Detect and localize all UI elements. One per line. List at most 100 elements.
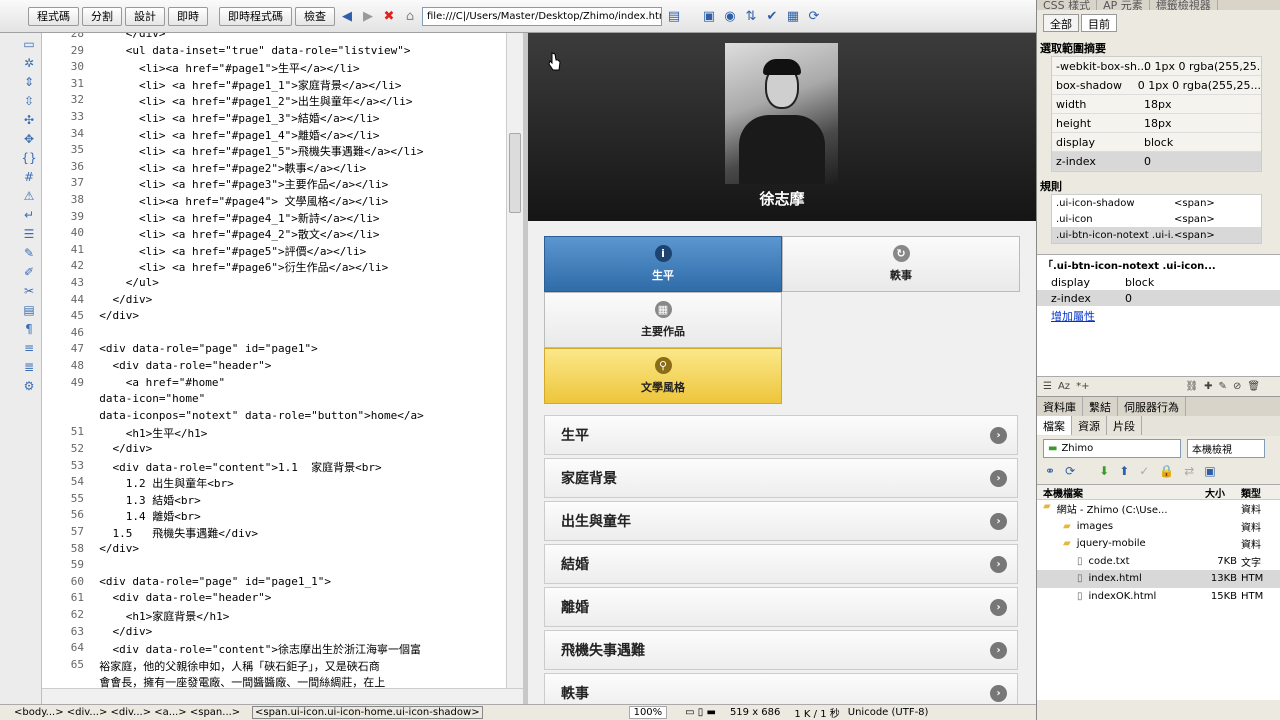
multiscreen-icon[interactable]: ▣ xyxy=(700,7,718,25)
list-item[interactable]: 生平 › xyxy=(544,415,1018,455)
code-view-button[interactable]: 程式碼 xyxy=(28,6,79,26)
put-files-icon[interactable]: ⬆ xyxy=(1119,464,1129,482)
window-size[interactable]: 519 x 686 xyxy=(730,707,780,718)
open-documents-icon[interactable]: ▭ xyxy=(20,36,38,52)
split-view-button[interactable]: 分割 xyxy=(82,6,122,26)
file-row[interactable]: ▰ jquery-mobile 資料 xyxy=(1037,535,1280,553)
tab-assets[interactable]: 資源 xyxy=(1072,416,1107,435)
site-select[interactable]: ▬ Zhimo xyxy=(1043,439,1181,458)
property-row[interactable]: z-index 0 xyxy=(1037,290,1280,306)
live-code-button[interactable]: 即時程式碼 xyxy=(219,6,292,26)
code-editor[interactable]: 28 </div> 29 <ul data-inset="true" data-r… xyxy=(42,33,506,688)
list-item[interactable]: 軼事 › xyxy=(544,673,1018,704)
stop-icon[interactable]: ✖ xyxy=(380,7,398,25)
remove-comment-icon[interactable]: ✐ xyxy=(20,264,38,280)
set-properties-icon[interactable]: *+ xyxy=(1076,381,1089,392)
select-parent-tag-icon[interactable]: ✥ xyxy=(20,131,38,147)
forward-icon[interactable]: ▶ xyxy=(359,7,377,25)
rule-row[interactable]: .ui-btn-icon-notext .ui-i... <span> xyxy=(1052,227,1261,243)
scroll-thumb[interactable] xyxy=(509,133,521,213)
line-numbers-icon[interactable]: # xyxy=(20,169,38,185)
code-vertical-scrollbar[interactable] xyxy=(506,33,523,688)
tab-bindings[interactable]: 繫結 xyxy=(1083,397,1118,416)
collapse-tag-icon[interactable]: ⇕ xyxy=(20,74,38,90)
rule-row[interactable]: .ui-icon <span> xyxy=(1052,211,1261,227)
current-tag[interactable]: <span.ui-icon.ui-icon-home.ui-icon-shado… xyxy=(252,706,483,719)
list-item[interactable]: 出生與童年 › xyxy=(544,501,1018,541)
tab-current[interactable]: 目前 xyxy=(1081,14,1117,32)
summary-row[interactable]: height 18px xyxy=(1052,114,1261,133)
file-row[interactable]: ▰ 網站 - Zhimo (C:\Use... 資料 xyxy=(1037,500,1280,518)
view-select[interactable]: 本機檢視 xyxy=(1187,439,1265,458)
design-view[interactable]: 徐志摩 i 生平 ↻ 軼事 ▦ 主要作品 ⚲ 文學風格 生平 › 家庭背景 › 出生與童… xyxy=(528,33,1036,704)
property-row[interactable]: display block xyxy=(1037,274,1280,290)
preview-browser-icon[interactable]: ◉ xyxy=(721,7,739,25)
summary-row[interactable]: box-shadow 0 1px 0 rgba(255,25... xyxy=(1052,76,1261,95)
disable-rule-icon[interactable]: ⊘ xyxy=(1233,381,1241,392)
tab-files[interactable]: 檔案 xyxy=(1037,416,1072,435)
list-item[interactable]: 離婚 › xyxy=(544,587,1018,627)
page-options-icon[interactable]: ▤ xyxy=(665,7,683,25)
list-item[interactable]: 家庭背景 › xyxy=(544,458,1018,498)
list-item[interactable]: 結婚 › xyxy=(544,544,1018,584)
syntax-error-icon[interactable]: ☰ xyxy=(20,226,38,242)
tab-all[interactable]: 全部 xyxy=(1043,14,1079,32)
tab-tag-inspector[interactable]: 標籤檢視器 xyxy=(1150,0,1218,10)
list-item[interactable]: 飛機失事遇難 › xyxy=(544,630,1018,670)
recent-snippets-icon[interactable]: ▤ xyxy=(20,302,38,318)
move-css-icon[interactable]: ¶ xyxy=(20,321,38,337)
synchronize-icon[interactable]: ⇄ xyxy=(1184,464,1194,482)
collapse-selection-icon[interactable]: ⇳ xyxy=(20,93,38,109)
nav-button-biography[interactable]: i 生平 xyxy=(544,236,782,292)
delete-rule-icon[interactable]: 🗑 xyxy=(1247,381,1260,392)
tab-ap-elements[interactable]: AP 元素 xyxy=(1097,0,1150,10)
file-row[interactable]: ▯ code.txt 7KB 文字 xyxy=(1037,553,1280,571)
category-view-icon[interactable]: ☰ xyxy=(1043,381,1052,392)
balance-braces-icon[interactable]: {} xyxy=(20,150,38,166)
zoom-select[interactable]: 100% xyxy=(628,706,668,719)
attach-stylesheet-icon[interactable]: ⛓ xyxy=(1185,381,1198,392)
tag-selector[interactable]: <body...> <div...> <div...> <a...> <span… xyxy=(0,707,250,718)
check-out-icon[interactable]: ✓ xyxy=(1139,464,1149,482)
show-code-navigator-icon[interactable]: ✲ xyxy=(20,55,38,71)
file-row[interactable]: ▯ index.html 13KB HTM xyxy=(1037,570,1280,588)
file-row[interactable]: ▰ images 資料 xyxy=(1037,518,1280,536)
visual-aids-icon[interactable]: ▦ xyxy=(784,7,802,25)
back-icon[interactable]: ◀ xyxy=(338,7,356,25)
home-icon[interactable]: ⌂ xyxy=(401,7,419,25)
tab-snippets[interactable]: 片段 xyxy=(1107,416,1142,435)
tab-databases[interactable]: 資料庫 xyxy=(1037,397,1083,416)
live-view-button[interactable]: 即時 xyxy=(168,6,208,26)
get-files-icon[interactable]: ⬇ xyxy=(1099,464,1109,482)
nav-button-style[interactable]: ⚲ 文學風格 xyxy=(544,348,782,404)
new-rule-icon[interactable]: ✚ xyxy=(1204,381,1212,392)
rule-row[interactable]: .ui-icon-shadow <span> xyxy=(1052,195,1261,211)
window-size-icon[interactable]: ▭ ▯ ▬ xyxy=(685,707,716,718)
summary-row[interactable]: width 18px xyxy=(1052,95,1261,114)
expand-all-icon[interactable]: ✣ xyxy=(20,112,38,128)
tab-css-styles[interactable]: CSS 樣式 xyxy=(1037,0,1098,10)
add-property-link[interactable]: 增加屬性 xyxy=(1037,306,1280,325)
word-wrap-icon[interactable]: ↵ xyxy=(20,207,38,223)
connect-icon[interactable]: ⚭ xyxy=(1045,464,1055,482)
nav-button-works[interactable]: ▦ 主要作品 xyxy=(544,292,782,348)
summary-row[interactable]: -webkit-box-sh... 0 1px 0 rgba(255,25... xyxy=(1052,57,1261,76)
design-view-button[interactable]: 設計 xyxy=(125,6,165,26)
check-in-icon[interactable]: 🔒 xyxy=(1159,464,1174,482)
file-row[interactable]: ▯ indexOK.html 15KB HTM xyxy=(1037,588,1280,606)
nav-button-anecdotes[interactable]: ↻ 軼事 xyxy=(782,236,1020,292)
highlight-invalid-icon[interactable]: ⚠ xyxy=(20,188,38,204)
summary-row[interactable]: display block xyxy=(1052,133,1261,152)
indent-code-icon[interactable]: ≡ xyxy=(20,340,38,356)
file-management-icon[interactable]: ⇅ xyxy=(742,7,760,25)
expand-icon[interactable]: ▣ xyxy=(1204,464,1215,482)
inspect-button[interactable]: 檢查 xyxy=(295,6,335,26)
outdent-code-icon[interactable]: ≣ xyxy=(20,359,38,375)
apply-comment-icon[interactable]: ✎ xyxy=(20,245,38,261)
tab-server-behaviors[interactable]: 伺服器行為 xyxy=(1118,397,1186,416)
format-source-icon[interactable]: ⚙ xyxy=(20,378,38,394)
address-field[interactable]: file:///C|/Users/Master/Desktop/Zhimo/in… xyxy=(422,6,662,26)
alphabetical-view-icon[interactable]: Az xyxy=(1058,381,1070,392)
edit-rule-icon[interactable]: ✎ xyxy=(1219,381,1227,392)
code-horizontal-scrollbar[interactable] xyxy=(42,688,523,704)
